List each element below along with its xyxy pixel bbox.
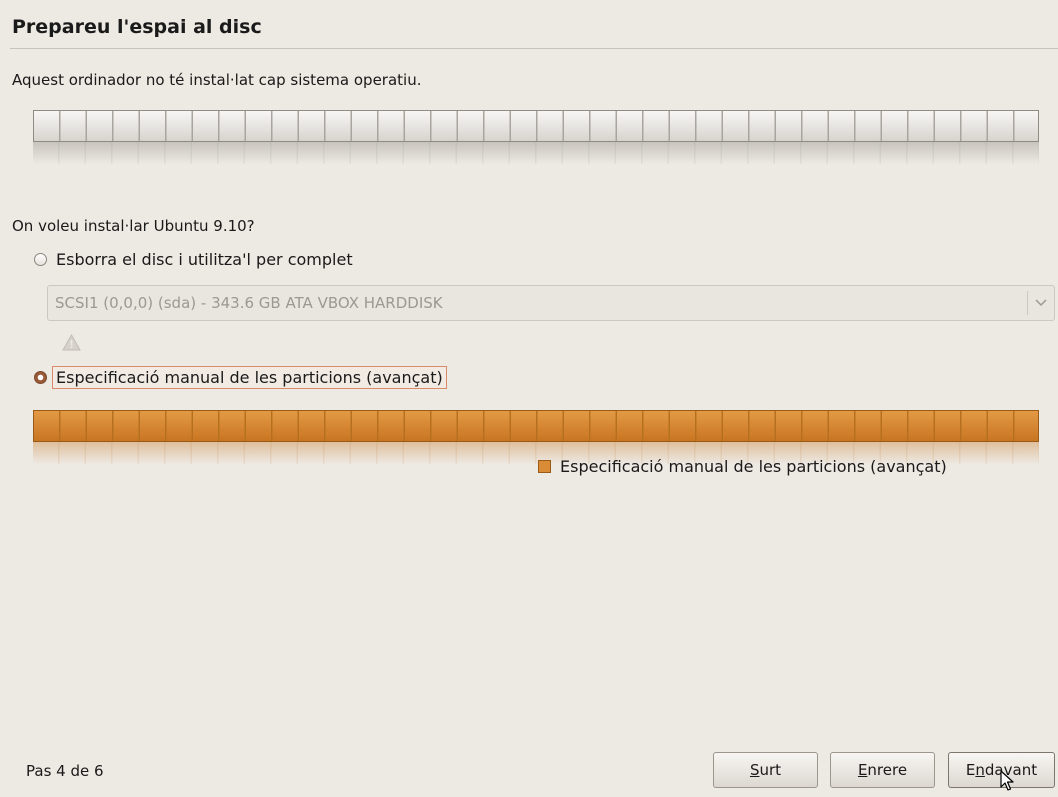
legend-label: Especificació manual de les particions (… bbox=[560, 457, 947, 476]
back-mnemonic: E bbox=[857, 761, 868, 779]
page-subtitle: Aquest ordinador no té instal·lat cap si… bbox=[12, 71, 422, 89]
current-disk-bar bbox=[33, 110, 1039, 142]
partition-bar bbox=[33, 410, 1039, 442]
current-disk-bar-reflection bbox=[33, 142, 1039, 164]
disk-select[interactable]: SCSI1 (0,0,0) (sda) - 343.6 GB ATA VBOX … bbox=[47, 285, 1055, 321]
erase-disk-radio[interactable] bbox=[34, 253, 47, 266]
warning-icon bbox=[62, 333, 81, 355]
back-label-rest: nrere bbox=[867, 761, 908, 779]
forward-mnemonic: n bbox=[975, 761, 985, 779]
partition-legend: Especificació manual de les particions (… bbox=[538, 457, 947, 476]
quit-button[interactable]: Surt bbox=[713, 752, 818, 788]
step-indicator: Pas 4 de 6 bbox=[26, 762, 104, 780]
legend-swatch bbox=[538, 460, 551, 473]
disk-select-value: SCSI1 (0,0,0) (sda) - 343.6 GB ATA VBOX … bbox=[55, 294, 443, 312]
back-button[interactable]: Enrere bbox=[830, 752, 935, 788]
title-divider bbox=[10, 48, 1058, 49]
option-manual-partitioning[interactable]: Especificació manual de les particions (… bbox=[34, 366, 447, 389]
page-title: Prepareu l'espai al disc bbox=[12, 16, 262, 38]
option-erase-disk[interactable]: Esborra el disc i utilitza'l per complet bbox=[34, 250, 353, 269]
install-question: On voleu instal·lar Ubuntu 9.10? bbox=[12, 217, 255, 235]
quit-mnemonic: S bbox=[749, 761, 760, 779]
mouse-cursor-icon bbox=[1000, 770, 1014, 796]
manual-partitioning-label[interactable]: Especificació manual de les particions (… bbox=[52, 366, 447, 389]
erase-disk-label[interactable]: Esborra el disc i utilitza'l per complet bbox=[56, 250, 353, 269]
chevron-down-icon[interactable] bbox=[1028, 296, 1054, 310]
quit-label-rest: urt bbox=[759, 761, 782, 779]
manual-partitioning-radio[interactable] bbox=[34, 371, 47, 384]
forward-label-prefix: E bbox=[965, 761, 976, 779]
